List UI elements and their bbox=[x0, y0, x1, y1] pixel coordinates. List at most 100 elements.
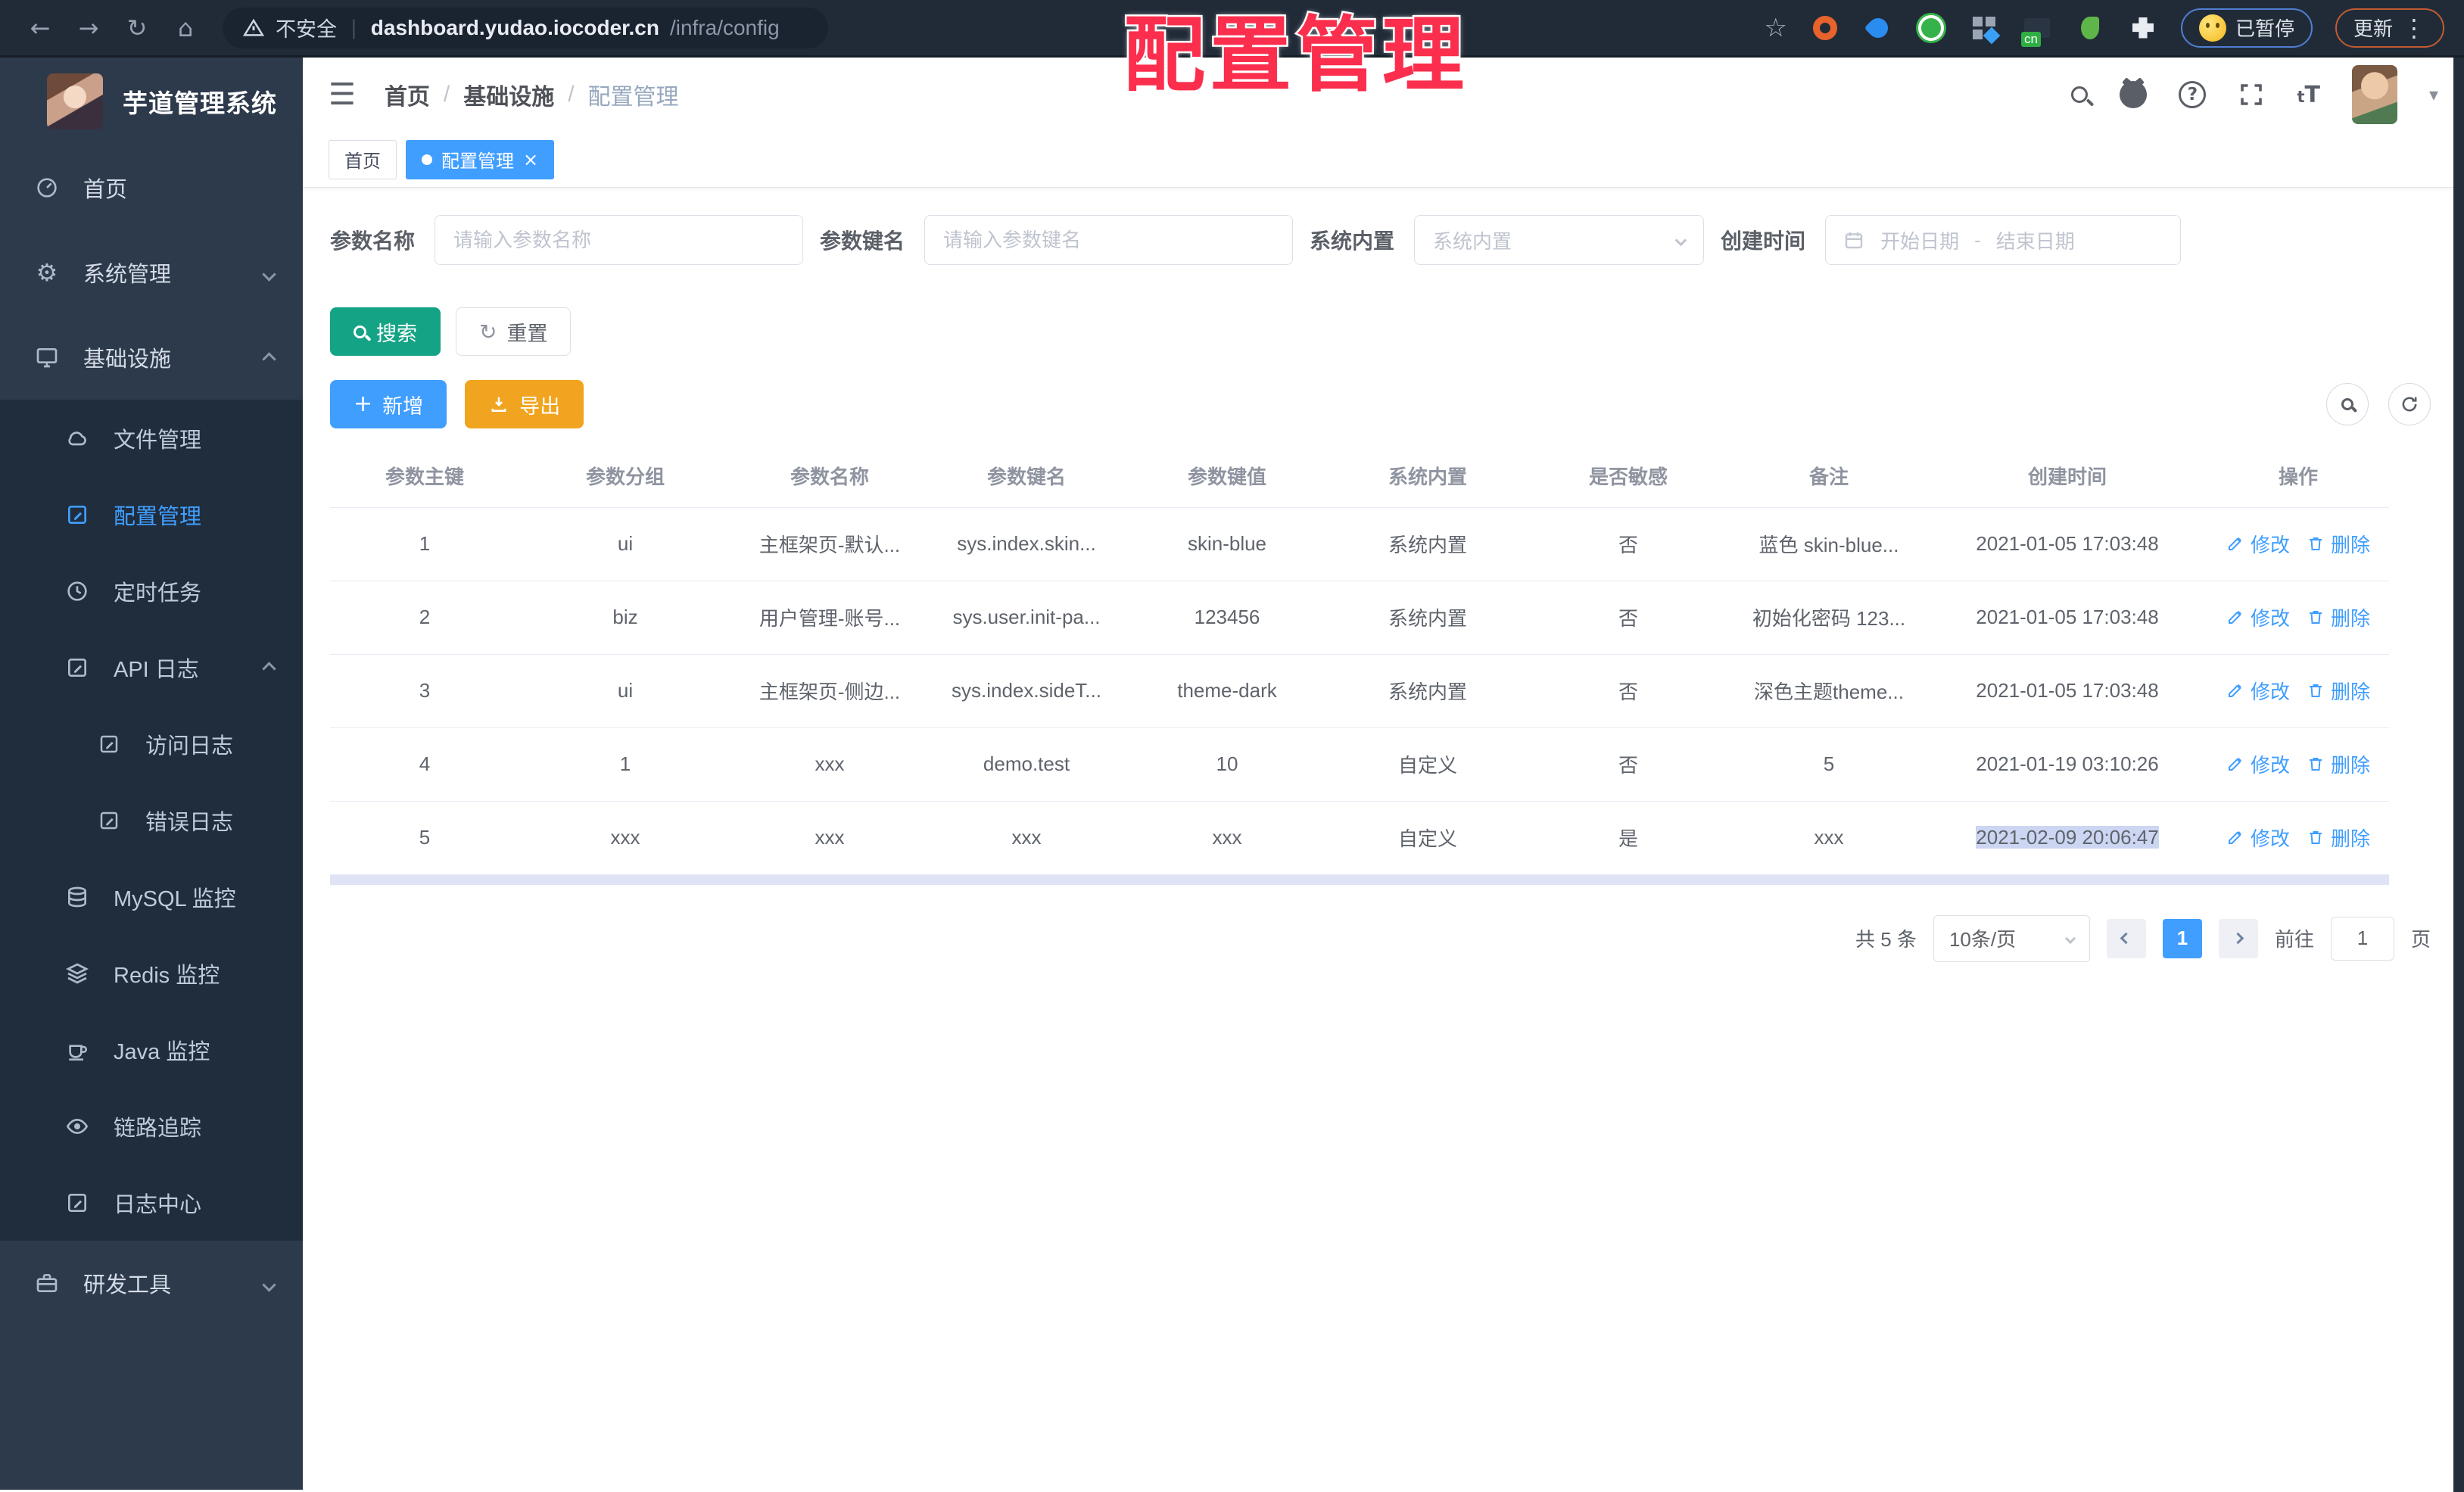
page-size-select[interactable]: 10条/页 bbox=[1933, 914, 2090, 962]
edit-link[interactable]: 修改 bbox=[2226, 824, 2290, 852]
prev-page-button[interactable] bbox=[2106, 918, 2146, 958]
bookmark-star-icon[interactable]: ☆ bbox=[1764, 13, 1786, 43]
edit-link[interactable]: 修改 bbox=[2226, 530, 2290, 558]
delete-link[interactable]: 删除 bbox=[2307, 677, 2370, 705]
delete-link[interactable]: 删除 bbox=[2307, 824, 2370, 852]
sidebar-item-infrastructure[interactable]: 基础设施 bbox=[0, 315, 303, 400]
extension-cn-icon[interactable]: cn bbox=[2020, 13, 2052, 47]
extension-grid-icon[interactable] bbox=[1969, 13, 1999, 43]
sidebar-item-label: 基础设施 bbox=[83, 347, 172, 372]
col-header: 参数键名 bbox=[928, 445, 1125, 508]
col-header: 是否敏感 bbox=[1526, 445, 1730, 508]
sidebar-item-java-monitor[interactable]: Java 监控 bbox=[0, 1011, 303, 1088]
goto-page-input[interactable] bbox=[2330, 916, 2394, 961]
sidebar-item-log-center[interactable]: 日志中心 bbox=[0, 1164, 303, 1241]
browser-back-icon[interactable]: ← bbox=[20, 14, 61, 42]
tab-label: 配置管理 bbox=[441, 151, 514, 172]
update-label: 更新 bbox=[2353, 17, 2393, 40]
builtin-select-value: 系统内置 bbox=[1433, 229, 1512, 253]
screen: ← → ↻ ⌂ 不安全 | dashboard.yudao.iocoder.cn… bbox=[0, 0, 2464, 1492]
edit-link[interactable]: 修改 bbox=[2226, 750, 2290, 778]
sidebar-item-error-logs[interactable]: 错误日志 bbox=[0, 782, 303, 858]
sidebar-item-api-logs[interactable]: API 日志 bbox=[0, 629, 303, 706]
sidebar-item-system-mgmt[interactable]: ⚙ 系统管理 bbox=[0, 230, 303, 315]
sidebar-item-access-logs[interactable]: 访问日志 bbox=[0, 706, 303, 782]
table-toolbar: + 新增 导出 bbox=[330, 380, 2431, 428]
font-size-icon[interactable]: tT bbox=[2297, 82, 2320, 108]
search-button[interactable]: 搜索 bbox=[330, 307, 441, 356]
sidebar-item-scheduled-jobs[interactable]: 定时任务 bbox=[0, 553, 303, 629]
search-icon[interactable] bbox=[2071, 86, 2089, 103]
browser-reload-icon[interactable]: ↻ bbox=[117, 14, 157, 42]
extension-pin-icon[interactable] bbox=[1863, 13, 1893, 43]
extension-green-circle-icon[interactable] bbox=[1916, 13, 1946, 43]
table-row[interactable]: 41 xxx demo.test 10 自定义 否5 2021-01-19 03:1… bbox=[330, 727, 2389, 802]
sidebar-item-file-mgmt[interactable]: 文件管理 bbox=[0, 400, 303, 476]
param-name-input[interactable] bbox=[435, 215, 804, 265]
sidebar-item-label: 访问日志 bbox=[145, 734, 234, 758]
sidebar-item-label: 定时任务 bbox=[114, 581, 202, 606]
tab-home[interactable]: 首页 bbox=[329, 139, 397, 179]
reset-button[interactable]: ↻ 重置 bbox=[456, 307, 572, 356]
tab-config-mgmt[interactable]: 配置管理 × bbox=[406, 139, 555, 179]
app-logo bbox=[47, 73, 103, 129]
breadcrumb-separator: / bbox=[443, 82, 450, 107]
github-icon[interactable] bbox=[2120, 81, 2148, 108]
extension-donut-icon[interactable] bbox=[1810, 13, 1840, 43]
sidebar-item-home[interactable]: 首页 bbox=[0, 145, 303, 230]
col-header: 参数名称 bbox=[731, 445, 928, 508]
browser-home-icon[interactable]: ⌂ bbox=[165, 14, 206, 42]
sidebar-item-config-mgmt[interactable]: 配置管理 bbox=[0, 476, 303, 553]
edit-link[interactable]: 修改 bbox=[2226, 677, 2290, 705]
log-icon bbox=[61, 1191, 94, 1215]
browser-forward-icon[interactable]: → bbox=[68, 14, 109, 42]
table-row[interactable]: 5 xxx xxx xxx xxx 自定义 是 xxx 2021-02-09 20:06… bbox=[330, 801, 2389, 875]
add-button[interactable]: + 新增 bbox=[330, 380, 447, 428]
date-range-picker[interactable]: 开始日期 - 结束日期 bbox=[1825, 215, 2182, 265]
table-row[interactable]: 3 ui 主框架页-侧边... sys.index.sideT... theme-d… bbox=[330, 654, 2389, 728]
edit-link[interactable]: 修改 bbox=[2226, 603, 2290, 631]
breadcrumb-home[interactable]: 首页 bbox=[385, 78, 430, 111]
fullscreen-icon[interactable] bbox=[2238, 81, 2265, 108]
delete-link[interactable]: 删除 bbox=[2307, 530, 2370, 558]
delete-link[interactable]: 删除 bbox=[2307, 603, 2370, 631]
help-icon[interactable]: ? bbox=[2179, 81, 2207, 108]
main-panel: ☰ 首页 / 基础设施 / 配置管理 ? tT ▾ 首页 配置管理 × 参数名称… bbox=[303, 58, 2464, 1490]
current-page-button[interactable]: 1 bbox=[2162, 918, 2202, 958]
param-key-input[interactable] bbox=[924, 215, 1294, 265]
user-caret-down-icon[interactable]: ▾ bbox=[2429, 84, 2438, 105]
address-bar[interactable]: 不安全 | dashboard.yudao.iocoder.cn/infra/c… bbox=[223, 7, 828, 48]
next-page-button[interactable] bbox=[2218, 918, 2258, 958]
emoji-avatar-icon bbox=[2198, 14, 2226, 42]
overlay-annotation-title: 配置管理 bbox=[1121, 7, 1469, 105]
delete-link[interactable]: 删除 bbox=[2307, 750, 2370, 778]
update-button[interactable]: 更新 ⋮ bbox=[2335, 8, 2444, 48]
table-row[interactable]: 2 biz 用户管理-账号... sys.user.init-pa... 12345… bbox=[330, 581, 2389, 655]
gear-icon: ⚙ bbox=[36, 258, 58, 287]
builtin-select[interactable]: 系统内置 bbox=[1414, 215, 1705, 265]
date-separator: - bbox=[1974, 228, 1981, 251]
app-logo-row[interactable]: 芋道管理系统 bbox=[0, 58, 303, 145]
breadcrumb-infrastructure[interactable]: 基础设施 bbox=[463, 78, 554, 111]
export-button[interactable]: 导出 bbox=[465, 380, 584, 428]
window-scrollbar-edge[interactable] bbox=[2453, 58, 2464, 1492]
sidebar-item-dev-tools[interactable]: 研发工具 bbox=[0, 1241, 303, 1325]
sidebar-item-redis-monitor[interactable]: Redis 监控 bbox=[0, 935, 303, 1011]
extension-sprout-icon[interactable] bbox=[2075, 13, 2105, 43]
briefcase-icon bbox=[30, 1271, 64, 1295]
extension-puzzle-icon[interactable] bbox=[2128, 13, 2158, 43]
toggle-search-button[interactable] bbox=[2326, 383, 2369, 425]
breadcrumb: 首页 / 基础设施 / 配置管理 bbox=[385, 78, 679, 111]
browser-toolbar-right: ☆ cn 已暂停 更新 ⋮ bbox=[1764, 8, 2444, 48]
refresh-button[interactable] bbox=[2388, 383, 2431, 425]
sidebar-item-mysql-monitor[interactable]: MySQL 监控 bbox=[0, 858, 303, 935]
user-avatar[interactable] bbox=[2351, 65, 2397, 124]
tab-close-icon[interactable]: × bbox=[523, 151, 538, 169]
browser-menu-icon[interactable]: ⋮ bbox=[2402, 14, 2426, 42]
hamburger-icon[interactable]: ☰ bbox=[329, 77, 356, 112]
sidebar-item-tracing[interactable]: 链路追踪 bbox=[0, 1088, 303, 1164]
sidebar-item-label: Java 监控 bbox=[114, 1039, 210, 1064]
paused-badge[interactable]: 已暂停 bbox=[2180, 8, 2313, 48]
sidebar-item-label: MySQL 监控 bbox=[114, 886, 236, 911]
table-row[interactable]: 1 ui 主框架页-默认... sys.index.skin... skin-blu… bbox=[330, 507, 2389, 581]
